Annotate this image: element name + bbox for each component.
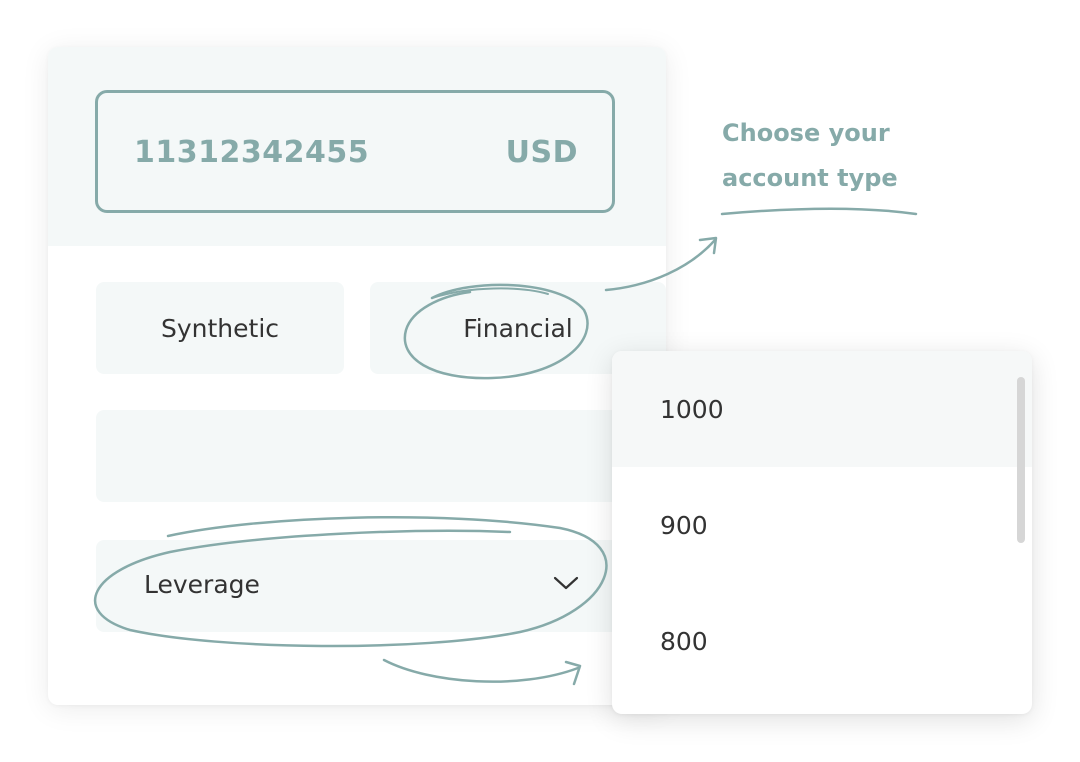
- leverage-option-label: 1000: [660, 394, 724, 424]
- leverage-option-label: 900: [660, 510, 708, 540]
- empty-field[interactable]: [96, 410, 666, 502]
- annotation-line-2: account type: [722, 164, 898, 192]
- account-header-panel: 11312342455 USD: [48, 47, 666, 246]
- account-setup-illustration: 11312342455 USD Synthetic Financial Leve…: [0, 0, 1080, 762]
- account-card: 11312342455 USD Synthetic Financial Leve…: [48, 47, 666, 705]
- leverage-option-800[interactable]: 800: [612, 583, 1032, 699]
- leverage-select-label: Leverage: [144, 570, 260, 599]
- chevron-down-icon[interactable]: [552, 574, 580, 592]
- account-type-synthetic-button[interactable]: Synthetic: [96, 282, 344, 374]
- annotation-underline: [720, 207, 918, 216]
- account-number: 11312342455: [134, 135, 370, 170]
- leverage-select[interactable]: Leverage: [96, 540, 666, 632]
- account-number-box: 11312342455 USD: [95, 90, 615, 213]
- annotation-text: Choose your account type: [722, 111, 898, 201]
- leverage-option-1000[interactable]: 1000: [612, 351, 1032, 467]
- leverage-option-900[interactable]: 900: [612, 467, 1032, 583]
- annotation-line-1: Choose your: [722, 119, 890, 147]
- account-currency: USD: [505, 135, 578, 170]
- account-type-financial-label: Financial: [463, 313, 573, 343]
- account-type-synthetic-label: Synthetic: [160, 313, 280, 343]
- leverage-option-label: 800: [660, 626, 708, 656]
- dropdown-scrollbar[interactable]: [1017, 377, 1025, 543]
- leverage-dropdown-menu: 1000 900 800: [612, 351, 1032, 714]
